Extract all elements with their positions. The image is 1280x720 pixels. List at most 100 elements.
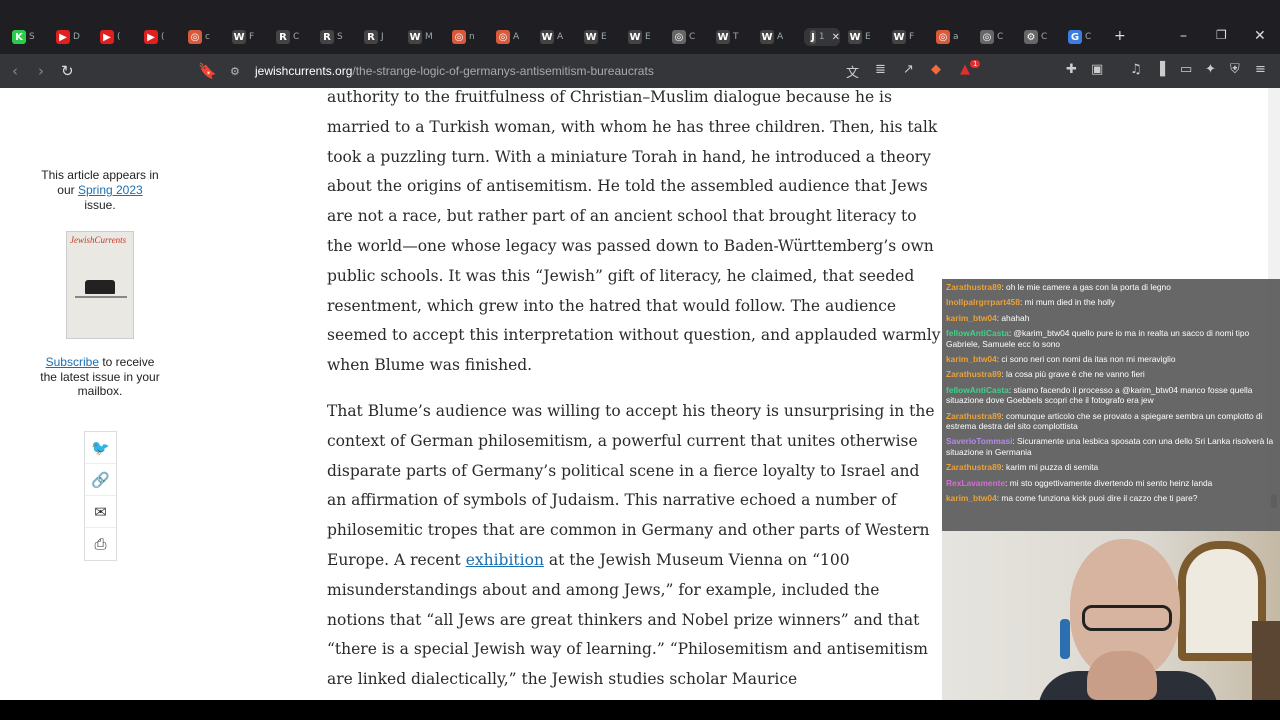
tab-title: E [601, 32, 607, 42]
translate-icon[interactable]: 文 [846, 62, 859, 81]
chat-message: SaverioTommasi: Sicuramente una lesbica … [946, 436, 1276, 457]
issue-suffix: issue. [84, 198, 116, 212]
chat-username[interactable]: fellowAntiCasta [946, 385, 1009, 395]
chat-message: fellowAntiCasta: @karim_btw04 quello pur… [946, 328, 1276, 349]
browser-tab[interactable]: ▶ D [56, 28, 86, 46]
leo-icon[interactable]: ✦ [1205, 62, 1216, 77]
browser-tab[interactable]: WE [584, 28, 614, 46]
chat-username[interactable]: SaverioTommasi [946, 436, 1012, 446]
chat-text: : ahahah [996, 312, 1030, 323]
browser-tab[interactable]: WM [408, 28, 438, 46]
back-icon[interactable]: ‹ [12, 62, 18, 80]
new-tab-button[interactable]: + [1114, 28, 1126, 44]
brave-shields-icon[interactable]: ◆ [931, 62, 941, 77]
chat-message: Zarathustra89: karim mi puzza di semita [946, 462, 1276, 472]
browser-tab[interactable]: ▶( [144, 28, 174, 46]
extensions-icon[interactable]: ✚ [1066, 62, 1077, 77]
minimize-icon[interactable]: – [1180, 28, 1187, 44]
share-icon[interactable]: ↗ [903, 62, 914, 77]
browser-tab[interactable]: ◎ n [452, 28, 482, 46]
link-icon[interactable]: 🔗 [85, 464, 116, 496]
tab-favicon: ⚙ [1024, 30, 1038, 44]
tab-title: C [1041, 32, 1048, 42]
tab-title: S [337, 32, 343, 42]
browser-tab[interactable]: KS [12, 28, 42, 46]
brave-rewards-icon[interactable]: ▲ [960, 62, 970, 77]
paragraph-2-text-a: That Blume’s audience was willing to acc… [327, 401, 935, 569]
chair [1060, 619, 1070, 659]
chat-username[interactable]: lnollpalrgrrpart458 [946, 297, 1020, 307]
chat-username[interactable]: Zarathustra89 [946, 369, 1001, 379]
exhibition-link[interactable]: exhibition [466, 551, 544, 569]
browser-tab[interactable]: ◎ a [936, 28, 966, 46]
chat-text: : la cosa più grave è che ne vanno fieri [1001, 369, 1145, 380]
print-icon[interactable]: ⎙ [85, 528, 116, 560]
tab-title: C [1085, 32, 1092, 42]
media-icon[interactable]: ♫ [1130, 62, 1142, 77]
menu-icon[interactable]: ≡ [1255, 62, 1266, 77]
browser-tab[interactable]: ▶( [100, 28, 130, 46]
browser-tab[interactable]: J 1 ✕ [804, 28, 840, 46]
browser-tab[interactable]: ◎ A [496, 28, 526, 46]
chat-username[interactable]: karim_btw04 [946, 493, 997, 503]
browser-tab[interactable]: GC [1068, 28, 1098, 46]
tab-favicon: ◎ [980, 30, 994, 44]
vpn-icon[interactable]: ⛨ [1230, 62, 1240, 77]
browser-tab[interactable]: ◎ C [672, 28, 702, 46]
browser-tab[interactable]: WE [628, 28, 658, 46]
chat-message: Zarathustra89: comunque articolo che se … [946, 411, 1276, 432]
maximize-icon[interactable]: ❐ [1216, 28, 1227, 42]
site-info-icon[interactable]: ⚙ [230, 65, 240, 78]
browser-tab[interactable]: WF [892, 28, 922, 46]
share-buttons: 🐦 🔗 ✉ ⎙ [84, 431, 117, 561]
issue-link[interactable]: Spring 2023 [78, 183, 143, 197]
browser-tab[interactable]: ◎ c [188, 28, 218, 46]
subscribe-note: Subscribe to receive the latest issue in… [40, 355, 160, 399]
screenshot-icon[interactable]: ▣ [1091, 62, 1103, 77]
browser-tab[interactable]: WA [540, 28, 570, 46]
forward-icon[interactable]: › [38, 62, 44, 80]
browser-tab[interactable]: WF [232, 28, 262, 46]
chat-username[interactable]: karim_btw04 [946, 354, 997, 364]
tab-title: A [777, 32, 784, 42]
twitter-icon[interactable]: 🐦 [85, 432, 116, 464]
browser-tab[interactable]: WA [760, 28, 790, 46]
browser-tab[interactable]: RS [320, 28, 350, 46]
tab-title: ( [161, 32, 165, 42]
chat-username[interactable]: Zarathustra89 [946, 462, 1001, 472]
subscribe-link[interactable]: Subscribe [46, 355, 99, 369]
chat-username[interactable]: fellowAntiCasta [946, 328, 1009, 338]
browser-tab[interactable]: WE [848, 28, 878, 46]
chat-username[interactable]: RexLavamente [946, 478, 1005, 488]
bookmark-icon[interactable]: 🔖 [198, 62, 217, 80]
tab-title: a [953, 32, 959, 42]
window-close-icon[interactable]: ✕ [1254, 28, 1266, 44]
reader-mode-icon[interactable]: ≣ [875, 62, 886, 77]
tab-favicon: R [320, 30, 334, 44]
chat-text: : mi sto oggettivamente divertendo mi se… [1005, 477, 1213, 488]
browser-tab[interactable]: WT [716, 28, 746, 46]
chat-message: Zarathustra89: la cosa più grave è che n… [946, 369, 1276, 379]
cover-shelf [75, 296, 127, 298]
paragraph-2-text-b: at the Jewish Museum Vienna on “100 misu… [327, 550, 928, 689]
tab-title: J [381, 32, 384, 42]
issue-cover-image[interactable]: JewishCurrents [66, 231, 134, 339]
chat-username[interactable]: Zarathustra89 [946, 282, 1001, 292]
browser-tab[interactable]: RC [276, 28, 306, 46]
tab-favicon: ◎ [496, 30, 510, 44]
browser-tab[interactable]: ⚙ C [1024, 28, 1054, 46]
chat-username[interactable]: karim_btw04 [946, 313, 997, 323]
chat-username[interactable]: Zarathustra89 [946, 411, 1001, 421]
chat-message: karim_btw04: ahahah [946, 313, 1276, 323]
chat-message: fellowAntiCasta: stiamo facendo il proce… [946, 385, 1276, 406]
email-icon[interactable]: ✉ [85, 496, 116, 528]
tab-title: F [909, 32, 915, 42]
browser-tab[interactable]: ◎ C [980, 28, 1010, 46]
sidebar-icon[interactable]: ▐ [1155, 62, 1165, 77]
reload-icon[interactable]: ↻ [61, 62, 74, 80]
browser-tab[interactable]: RJ [364, 28, 394, 46]
cover-logo: JewishCurrents [70, 235, 127, 245]
chat-message: RexLavamente: mi sto oggettivamente dive… [946, 478, 1276, 488]
tab-close-icon[interactable]: ✕ [832, 32, 840, 43]
wallet-icon[interactable]: ▭ [1180, 62, 1192, 77]
